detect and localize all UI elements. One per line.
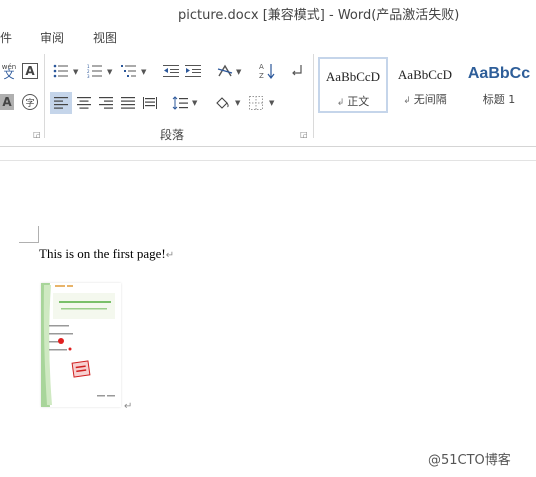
inline-picture[interactable] — [41, 283, 121, 407]
style-name: 无间隔 — [413, 93, 447, 106]
style-name-row: ↲ 正文 — [320, 93, 386, 109]
increase-indent-icon[interactable] — [184, 62, 202, 80]
decrease-indent-icon[interactable] — [162, 62, 180, 80]
line-spacing-icon[interactable] — [170, 92, 190, 114]
justify-icon[interactable] — [117, 92, 139, 114]
multilevel-list-icon[interactable] — [120, 62, 138, 80]
chevron-down-icon[interactable]: ▼ — [236, 68, 241, 76]
style-name-row: ↲ 无间隔 — [390, 91, 460, 107]
bullets-icon[interactable] — [52, 62, 70, 80]
paragraph-mark-icon: ↲ — [336, 98, 348, 108]
paragraph-mark-icon: ↵ — [124, 401, 133, 412]
style-heading-1[interactable]: AaBbCc 标题 1 — [464, 57, 534, 113]
distributed-align-icon[interactable] — [139, 92, 161, 114]
chevron-down-icon[interactable]: ▼ — [73, 68, 78, 76]
text-direction-icon[interactable] — [216, 62, 234, 80]
paragraph-text: This is on the first page! — [39, 246, 166, 261]
show-formatting-marks-icon[interactable] — [289, 62, 305, 80]
tab-file[interactable]: 件 — [0, 29, 12, 46]
style-sample: AaBbCcD — [325, 69, 381, 84]
tab-review[interactable]: 审阅 — [40, 29, 64, 46]
styles-gallery: AaBbCcD ↲ 正文 AaBbCcD ↲ 无间隔 AaBbCc 标题 1 — [318, 57, 536, 115]
border-char: A — [25, 64, 35, 78]
sort-icon[interactable]: AZ — [258, 61, 276, 81]
ruler-divider — [0, 160, 536, 161]
paragraph-mark-icon: ↲ — [403, 96, 414, 106]
align-center-icon[interactable] — [73, 92, 95, 114]
title-bar: picture.docx [兼容模式] - Word(产品激活失败) — [0, 0, 536, 24]
registration-form-image — [41, 283, 121, 407]
borders-icon[interactable] — [246, 92, 266, 114]
enclose-char: 字 — [25, 98, 35, 109]
style-sample: AaBbCc — [467, 65, 531, 82]
character-border-button[interactable]: A — [22, 63, 38, 79]
paragraph-dialog-launcher-icon[interactable]: ◲ — [300, 130, 308, 139]
chevron-down-icon[interactable]: ▼ — [269, 99, 274, 107]
style-name: 标题 1 — [482, 93, 516, 106]
svg-text:Z: Z — [259, 72, 264, 80]
align-left-icon — [54, 97, 68, 109]
style-no-spacing[interactable]: AaBbCcD ↲ 无间隔 — [390, 57, 460, 113]
chevron-down-icon[interactable]: ▼ — [235, 99, 240, 107]
document-paragraph[interactable]: This is on the first page!↵ — [39, 246, 174, 262]
tab-view[interactable]: 视图 — [93, 29, 117, 46]
shading-bucket-icon[interactable] — [212, 92, 232, 114]
style-name: 正文 — [347, 95, 370, 108]
enclose-characters-button[interactable]: 字 — [22, 94, 38, 110]
style-sample: AaBbCcD — [397, 67, 453, 82]
chevron-down-icon[interactable]: ▼ — [141, 68, 146, 76]
font-dialog-launcher-icon[interactable]: ◲ — [33, 130, 41, 139]
svg-text:3: 3 — [87, 74, 90, 78]
align-left-button[interactable] — [50, 92, 72, 114]
chevron-down-icon[interactable]: ▼ — [107, 68, 112, 76]
ribbon-tab-bar: 件 审阅 视图 — [0, 24, 536, 48]
numbering-icon[interactable]: 123 — [86, 62, 104, 80]
group-separator — [313, 54, 314, 138]
svg-text:A: A — [259, 63, 264, 71]
character-shading-button[interactable]: A — [0, 94, 14, 110]
style-normal[interactable]: AaBbCcD ↲ 正文 — [318, 57, 388, 113]
margin-corner-mark — [19, 242, 38, 243]
document-canvas[interactable]: This is on the first page!↵ ↵ — [0, 147, 536, 477]
site-watermark: @51CTO博客 — [428, 453, 511, 468]
paragraph-group-label: 段落 — [160, 128, 185, 142]
phonetic-guide-button[interactable]: wén 文 — [0, 62, 18, 80]
phonetic-char: 文 — [3, 68, 15, 81]
paragraph-mark-icon: ↵ — [165, 250, 175, 261]
shading-char: A — [2, 95, 12, 109]
align-right-icon[interactable] — [95, 92, 117, 114]
group-separator — [44, 54, 45, 138]
margin-corner-mark — [38, 226, 39, 243]
window-title: picture.docx [兼容模式] - Word(产品激活失败) — [178, 8, 460, 23]
chevron-down-icon[interactable]: ▼ — [192, 99, 197, 107]
